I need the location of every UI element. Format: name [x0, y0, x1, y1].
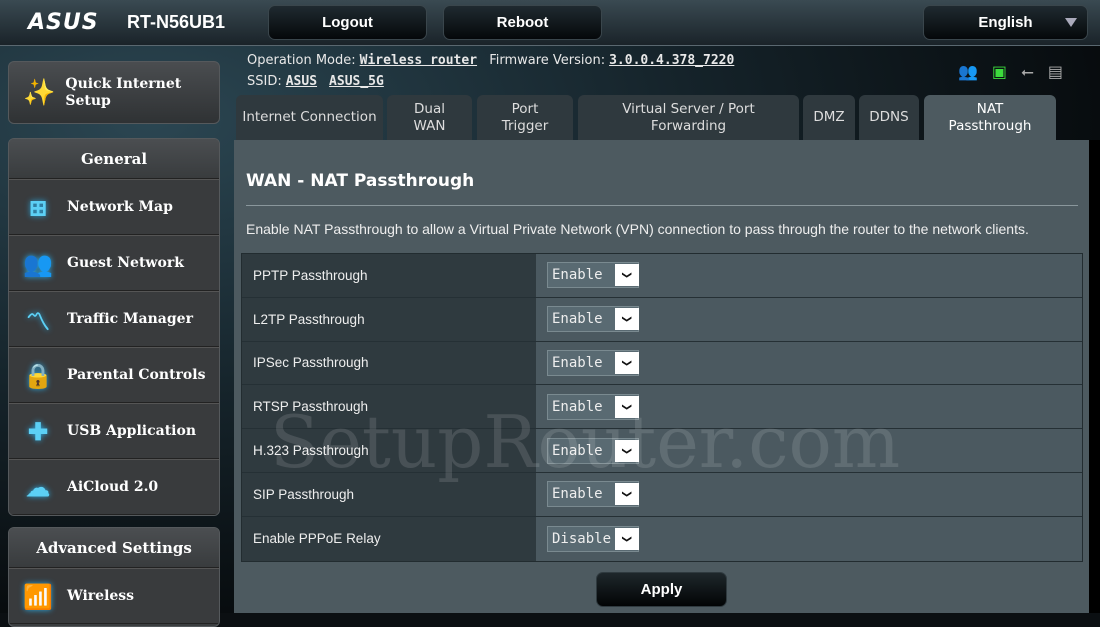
- tab-nat-passthrough[interactable]: NAT Passthrough: [924, 95, 1056, 140]
- ssid-link-1[interactable]: ASUS: [286, 74, 317, 89]
- language-value: English: [978, 14, 1033, 31]
- network-map-icon: ⊞: [27, 192, 49, 222]
- row-label: L2TP Passthrough: [242, 297, 536, 341]
- sidebar-item-label: Traffic Manager: [67, 311, 193, 327]
- h323-select[interactable]: Enable ❯: [547, 437, 639, 464]
- l2tp-select[interactable]: Enable ❯: [547, 306, 639, 333]
- op-mode-link[interactable]: Wireless router: [360, 53, 477, 68]
- select-value: Enable: [552, 442, 603, 459]
- top-bar: ASUS RT-N56UB1 Logout Reboot English: [0, 0, 1100, 46]
- table-row: IPSec Passthrough Enable ❯: [242, 341, 1082, 386]
- row-label: H.323 Passthrough: [242, 429, 536, 472]
- chevron-down-icon: ❯: [615, 308, 639, 331]
- sidebar-item-traffic-manager[interactable]: 〽 Traffic Manager: [9, 291, 219, 347]
- row-label: PPTP Passthrough: [242, 254, 536, 297]
- magic-wand-icon: ✨: [23, 77, 56, 108]
- guest-network-icon: 👥: [23, 248, 53, 278]
- network-status-icon[interactable]: ▣: [992, 62, 1007, 82]
- usb-icon[interactable]: ⭠: [1021, 62, 1034, 82]
- quick-internet-setup-button[interactable]: ✨ Quick Internet Setup: [8, 61, 220, 124]
- language-select[interactable]: English: [923, 5, 1088, 40]
- sidebar-item-usb-application[interactable]: ✚ USB Application: [9, 403, 219, 459]
- ssid-info: SSID: ASUS ASUS_5G: [247, 74, 392, 89]
- advanced-menu: Advanced Settings 📶 Wireless: [8, 527, 220, 627]
- sip-select[interactable]: Enable ❯: [547, 481, 639, 508]
- select-value: Enable: [552, 267, 603, 284]
- chevron-down-icon: ❯: [615, 351, 639, 374]
- ssid-link-2[interactable]: ASUS_5G: [329, 74, 384, 89]
- select-value: Enable: [552, 486, 603, 503]
- table-row: Enable PPPoE Relay Disable ❯: [242, 516, 1082, 561]
- sidebar-item-parental-controls[interactable]: 🔒 Parental Controls: [9, 347, 219, 403]
- clients-icon[interactable]: 👥: [958, 62, 978, 82]
- firmware-link[interactable]: 3.0.0.4.378_7220: [609, 53, 734, 68]
- chevron-down-icon: ❯: [615, 264, 639, 287]
- status-icons: 👥 ▣ ⭠ ▤: [958, 62, 1063, 82]
- sidebar-item-label: Network Map: [67, 199, 173, 215]
- table-row: L2TP Passthrough Enable ❯: [242, 297, 1082, 342]
- lock-icon: 🔒: [23, 360, 53, 390]
- pppoe-relay-select[interactable]: Disable ❯: [547, 525, 639, 552]
- settings-table: PPTP Passthrough Enable ❯ L2TP Passthrough…: [241, 253, 1083, 562]
- select-value: Disable: [552, 530, 612, 547]
- row-label: RTSP Passthrough: [242, 385, 536, 429]
- chevron-down-icon: ❯: [615, 439, 639, 462]
- pptp-select[interactable]: Enable ❯: [547, 262, 639, 289]
- reboot-button[interactable]: Reboot: [443, 5, 602, 40]
- tab-ddns[interactable]: DDNS: [859, 95, 919, 140]
- sidebar-item-network-map[interactable]: ⊞ Network Map: [9, 179, 219, 235]
- logout-button[interactable]: Logout: [268, 5, 427, 40]
- right-edge: [1089, 140, 1100, 613]
- chevron-down-icon: ❯: [615, 395, 639, 418]
- sidebar-item-label: USB Application: [67, 423, 197, 439]
- firmware-label: Firmware Version:: [489, 53, 606, 68]
- wifi-icon: 📶: [23, 581, 53, 611]
- sidebar-item-wireless[interactable]: 📶 Wireless: [9, 568, 219, 624]
- select-value: Enable: [552, 354, 603, 371]
- sidebar-item-label: Guest Network: [67, 255, 184, 271]
- dropdown-arrow-icon: [1065, 18, 1077, 27]
- general-menu: General ⊞ Network Map 👥 Guest Network 〽 Tra…: [8, 138, 220, 516]
- table-row: SIP Passthrough Enable ❯: [242, 472, 1082, 517]
- sidebar-item-guest-network[interactable]: 👥 Guest Network: [9, 235, 219, 291]
- traffic-manager-icon: 〽: [26, 306, 50, 336]
- chevron-down-icon: ❯: [615, 527, 639, 550]
- sidebar-item-label: AiCloud 2.0: [67, 479, 159, 495]
- apply-button[interactable]: Apply: [596, 572, 727, 607]
- rtsp-select[interactable]: Enable ❯: [547, 393, 639, 420]
- table-row: H.323 Passthrough Enable ❯: [242, 429, 1082, 473]
- sidebar-item-aicloud[interactable]: ☁ AiCloud 2.0: [9, 459, 219, 515]
- asus-logo: ASUS: [28, 10, 99, 35]
- puzzle-icon: ✚: [27, 416, 49, 446]
- printer-icon[interactable]: ▤: [1048, 62, 1063, 82]
- ssid-label: SSID:: [247, 74, 282, 89]
- general-heading: General: [9, 139, 219, 179]
- chevron-down-icon: ❯: [615, 483, 639, 506]
- tab-dmz[interactable]: DMZ: [803, 95, 855, 140]
- page-title: WAN - NAT Passthrough: [246, 171, 475, 191]
- page-description: Enable NAT Passthrough to allow a Virtua…: [246, 221, 1029, 237]
- op-mode-label: Operation Mode:: [247, 53, 356, 68]
- select-value: Enable: [552, 398, 603, 415]
- advanced-heading: Advanced Settings: [9, 528, 219, 568]
- content-panel: WAN - NAT Passthrough Enable NAT Passthr…: [234, 140, 1089, 613]
- operation-info: Operation Mode: Wireless router Firmware …: [247, 53, 742, 68]
- row-label: IPSec Passthrough: [242, 341, 536, 385]
- sidebar-item-label: Parental Controls: [67, 367, 206, 383]
- row-label: SIP Passthrough: [242, 472, 536, 516]
- tab-dual-wan[interactable]: Dual WAN: [387, 95, 472, 140]
- tab-virtual-server[interactable]: Virtual Server / Port Forwarding: [578, 95, 799, 140]
- model-name: RT-N56UB1: [127, 12, 226, 32]
- row-label: Enable PPPoE Relay: [242, 516, 536, 561]
- select-value: Enable: [552, 311, 603, 328]
- tab-internet-connection[interactable]: Internet Connection: [236, 95, 383, 140]
- tab-port-trigger[interactable]: Port Trigger: [477, 95, 573, 140]
- table-row: RTSP Passthrough Enable ❯: [242, 385, 1082, 430]
- ipsec-select[interactable]: Enable ❯: [547, 349, 639, 376]
- cloud-icon: ☁: [26, 472, 50, 502]
- divider: [246, 205, 1078, 206]
- quick-setup-label: Quick Internet Setup: [65, 75, 182, 109]
- table-row: PPTP Passthrough Enable ❯: [242, 254, 1082, 298]
- sidebar-item-label: Wireless: [67, 588, 135, 604]
